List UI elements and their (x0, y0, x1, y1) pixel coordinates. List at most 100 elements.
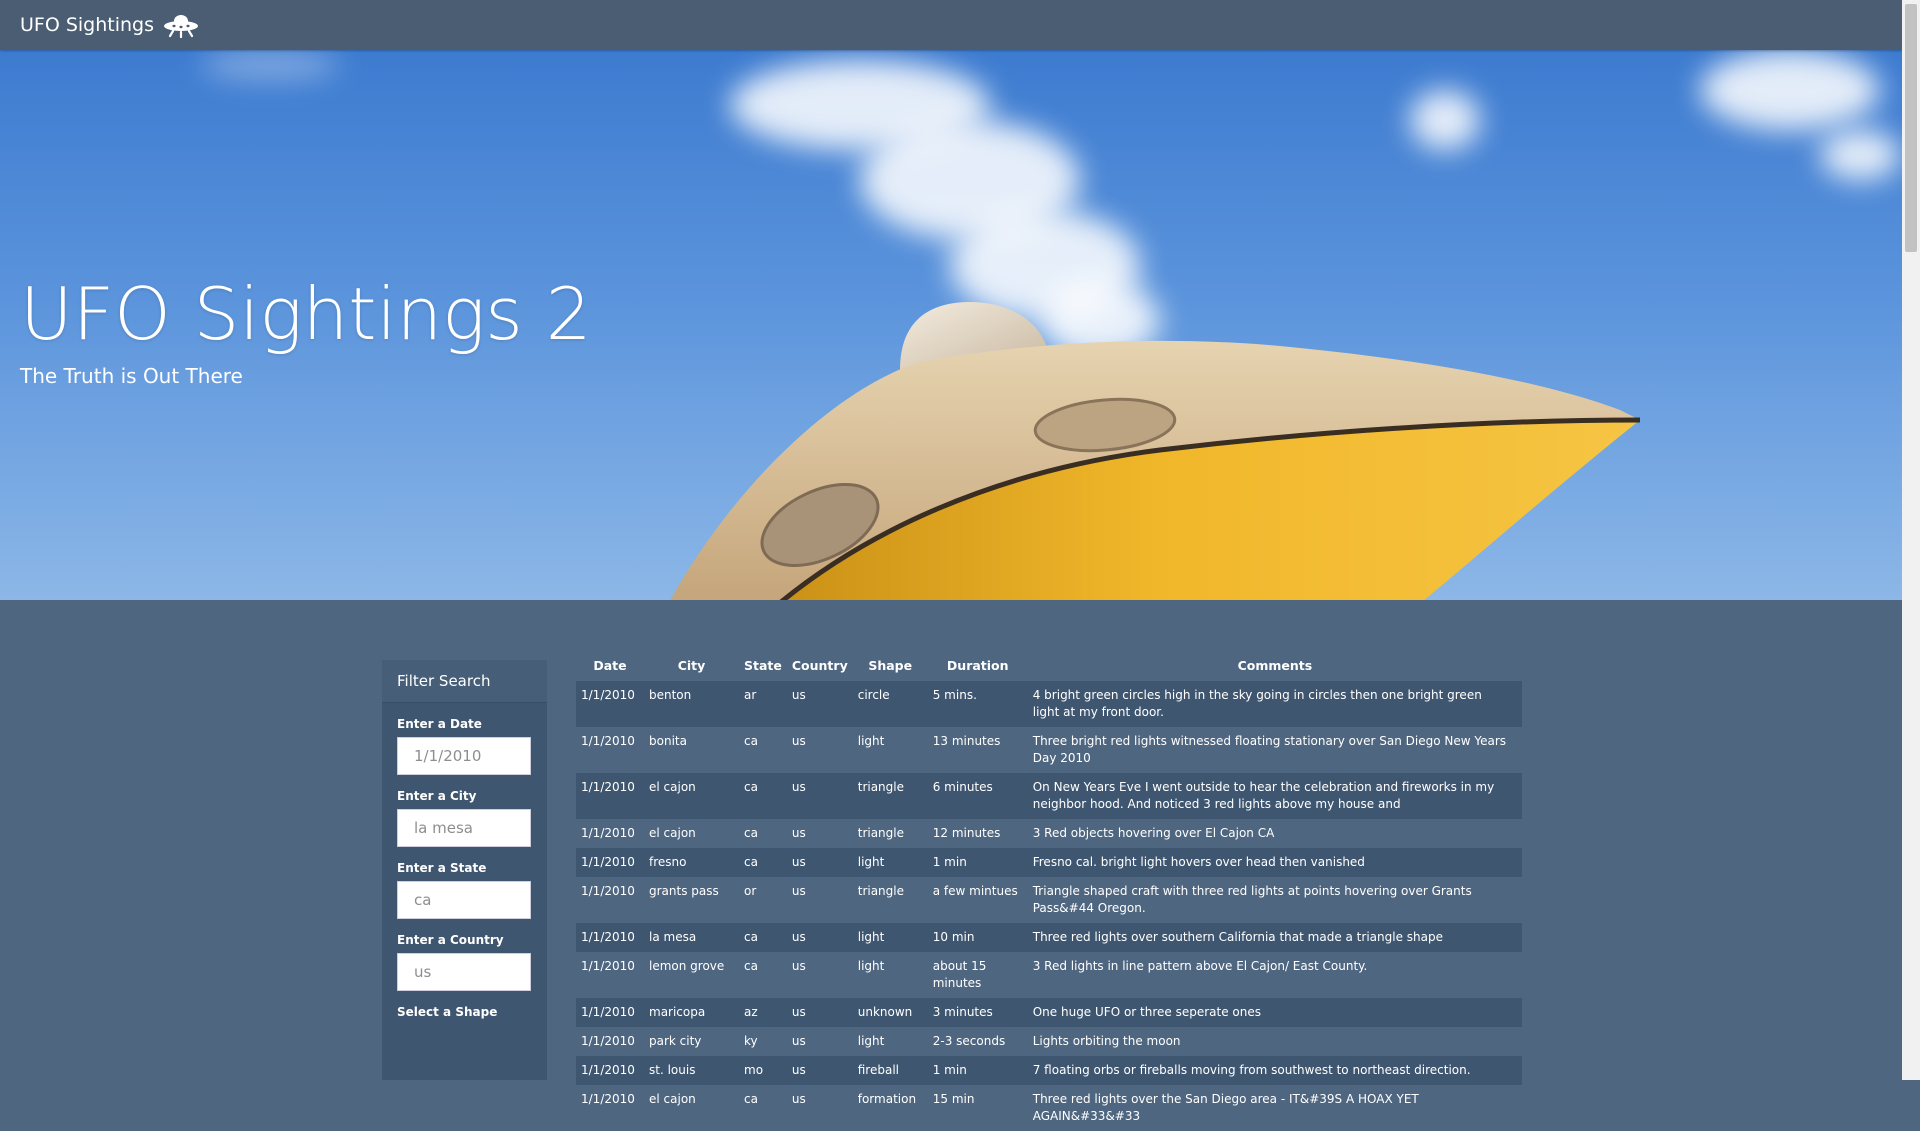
cell-shape: unknown (857, 1005, 913, 1019)
cell-date: 1/1/2010 (581, 826, 635, 840)
cell-date: 1/1/2010 (581, 1092, 635, 1106)
city-input[interactable] (397, 809, 531, 847)
filter-panel: Filter Search Enter a Date Enter a City … (382, 660, 547, 1080)
cell-duration: 15 min (932, 1092, 975, 1106)
ufo-saucer-image (670, 302, 1641, 600)
cell-country: us (791, 734, 806, 748)
cell-city: lemon grove (649, 959, 725, 973)
city-label: Enter a City (397, 789, 477, 803)
cell-date: 1/1/2010 (581, 855, 635, 869)
header-date: Date (593, 658, 627, 673)
cell-city: maricopa (649, 1005, 706, 1019)
cell-country: us (791, 930, 806, 944)
table-row: 1/1/2010 grants pass or us triangle a few min… (576, 877, 1522, 923)
cell-state: ca (744, 826, 758, 840)
cell-shape: light (857, 959, 885, 973)
scrollbar-thumb[interactable] (1905, 4, 1917, 252)
cell-shape: light (857, 930, 885, 944)
cell-duration: 10 min (932, 930, 975, 944)
sky-cloud (1820, 130, 1900, 180)
cell-date: 1/1/2010 (581, 884, 635, 898)
cell-city: el cajon (649, 780, 696, 794)
table-row: 1/1/2010 maricopa az us unknown 3 minutes One … (576, 998, 1522, 1027)
cell-city: park city (649, 1034, 702, 1048)
cell-state: ar (744, 688, 757, 702)
cell-date: 1/1/2010 (581, 1063, 635, 1077)
header-city: City (677, 658, 706, 673)
cell-comments: Fresno cal. bright light hovers over hea… (1032, 855, 1365, 869)
cell-shape: triangle (857, 826, 904, 840)
cell-country: us (791, 1063, 806, 1077)
sky-cloud (1410, 90, 1480, 150)
cell-city: grants pass (649, 884, 719, 898)
state-input[interactable] (397, 881, 531, 919)
cell-comments: On New Years Eve I went outside to hear … (1032, 780, 1495, 811)
navbar: UFO Sightings (0, 0, 1902, 50)
cell-city: bonita (649, 734, 687, 748)
cell-country: us (791, 1005, 806, 1019)
cell-duration: 3 minutes (932, 1005, 993, 1019)
cell-shape: triangle (857, 780, 904, 794)
cell-country: us (791, 688, 806, 702)
table-row: 1/1/2010 el cajon ca us formation 15 min Three… (576, 1085, 1522, 1131)
cell-shape: light (857, 1034, 885, 1048)
brand-link[interactable]: UFO Sightings (20, 12, 200, 38)
cell-duration: 12 minutes (932, 826, 1001, 840)
cell-comments: One huge UFO or three seperate ones (1032, 1005, 1262, 1019)
cell-duration: 1 min (932, 1063, 967, 1077)
cell-shape: fireball (857, 1063, 899, 1077)
state-filter: Enter a State (382, 861, 547, 919)
hero-title: UFO Sightings 2 (20, 272, 592, 356)
country-filter: Enter a Country (382, 933, 547, 991)
cell-duration: 6 minutes (932, 780, 993, 794)
cell-duration: 5 mins. (932, 688, 977, 702)
cell-comments: Three red lights over southern Californi… (1032, 930, 1443, 944)
cell-duration: 1 min (932, 855, 967, 869)
filter-heading: Filter Search (382, 660, 547, 703)
table-row: 1/1/2010 st. louis mo us fireball 1 min 7 floa… (576, 1056, 1522, 1085)
cell-city: el cajon (649, 826, 696, 840)
page-scrollbar[interactable] (1902, 0, 1920, 1080)
cell-state: ca (744, 1092, 758, 1106)
cell-state: ca (744, 734, 758, 748)
sightings-table: Date City State Country Shape Duration C… (576, 654, 1522, 1131)
cell-duration: 2-3 seconds (932, 1034, 1006, 1048)
header-shape: Shape (868, 658, 913, 673)
cell-date: 1/1/2010 (581, 688, 635, 702)
cell-state: ca (744, 959, 758, 973)
cell-country: us (791, 855, 806, 869)
table-row: 1/1/2010 el cajon ca us triangle 6 minutes On … (576, 773, 1522, 819)
table-row: 1/1/2010 lemon grove ca us light about 15 min… (576, 952, 1522, 998)
country-label: Enter a Country (397, 933, 504, 947)
cell-state: ca (744, 855, 758, 869)
cell-country: us (791, 1034, 806, 1048)
cell-city: fresno (649, 855, 687, 869)
table-row: 1/1/2010 park city ky us light 2-3 seconds Lig… (576, 1027, 1522, 1056)
hero-subtitle: The Truth is Out There (20, 364, 243, 388)
cell-comments: 3 Red lights in line pattern above El Ca… (1032, 959, 1368, 973)
cell-duration: 13 minutes (932, 734, 1001, 748)
shape-filter: Select a Shape (382, 1005, 547, 1019)
cell-comments: 3 Red objects hovering over El Cajon CA (1032, 826, 1275, 840)
shape-label: Select a Shape (397, 1005, 498, 1019)
cell-comments: 4 bright green circles high in the sky g… (1032, 688, 1482, 719)
cell-state: az (744, 1005, 758, 1019)
cell-date: 1/1/2010 (581, 780, 635, 794)
cell-state: ca (744, 930, 758, 944)
header-comments: Comments (1237, 658, 1313, 673)
table-header-row: Date City State Country Shape Duration C… (576, 654, 1522, 681)
country-input[interactable] (397, 953, 531, 991)
cell-city: la mesa (649, 930, 697, 944)
date-label: Enter a Date (397, 717, 482, 731)
date-input[interactable] (397, 737, 531, 775)
cell-shape: circle (857, 688, 890, 702)
cell-comments: Lights orbiting the moon (1032, 1034, 1181, 1048)
cell-country: us (791, 780, 806, 794)
header-duration: Duration (946, 658, 1009, 673)
cell-state: mo (744, 1063, 764, 1077)
ufo-icon (164, 15, 199, 38)
cell-city: benton (649, 688, 692, 702)
header-country: Country (791, 658, 848, 673)
cell-city: el cajon (649, 1092, 696, 1106)
cell-city: st. louis (649, 1063, 696, 1077)
